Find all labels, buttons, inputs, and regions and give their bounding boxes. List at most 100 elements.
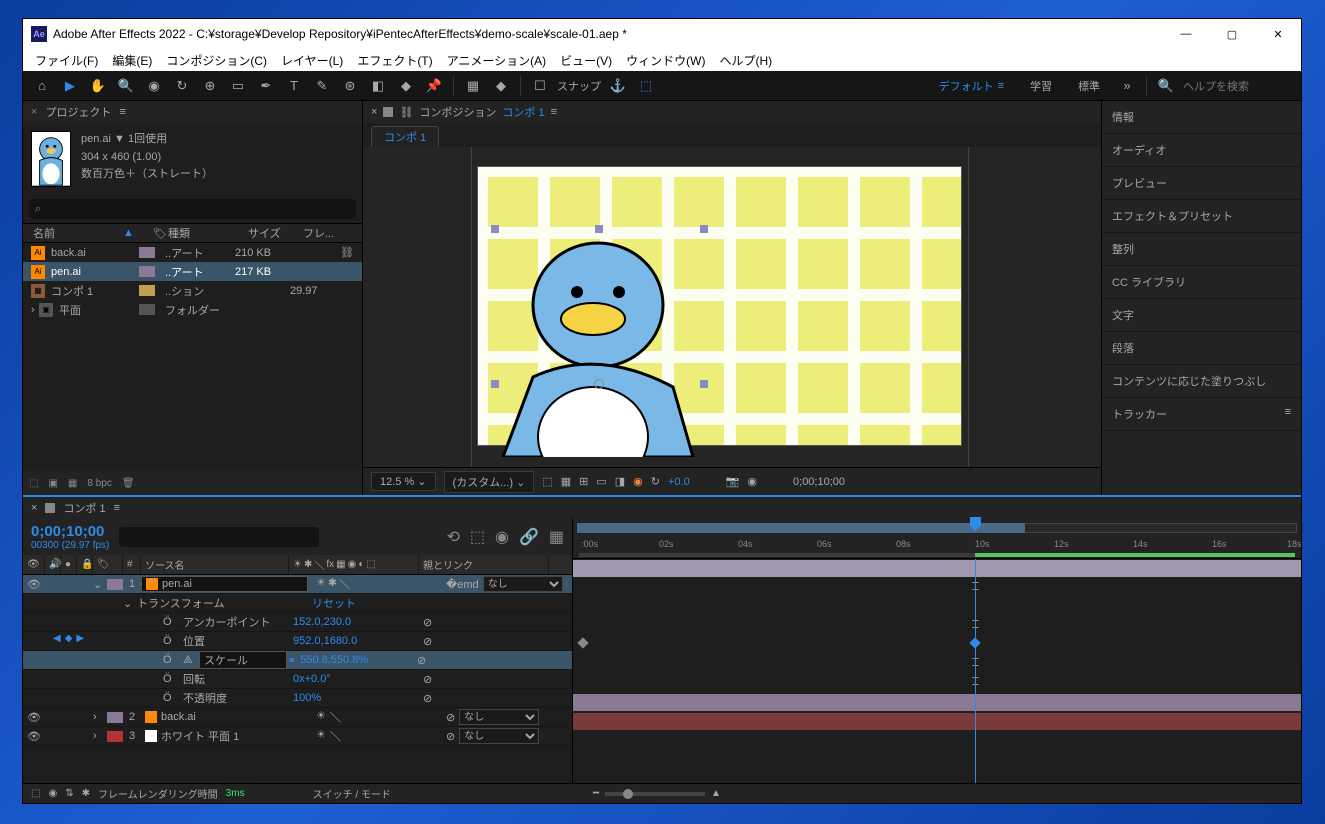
panel-audio[interactable]: オーディオ [1102, 134, 1301, 167]
tl-icon[interactable]: 🔗 [519, 527, 539, 547]
selection-handle[interactable] [700, 225, 708, 233]
project-row[interactable]: › ▣ 平面 フォルダー [23, 300, 362, 319]
col-type[interactable]: 種類 [168, 225, 248, 241]
timeline-search[interactable] [119, 527, 319, 547]
timeline-tracks[interactable]: :00s 02s 04s 06s 08s 10s 12s 14s 16s 18s [573, 519, 1301, 783]
selected-item-name[interactable]: pen.ai ▼ [81, 133, 125, 145]
menu-help[interactable]: ヘルプ(H) [714, 50, 779, 71]
selection-handle[interactable] [595, 225, 603, 233]
menu-composition[interactable]: コンポジション(C) [160, 50, 273, 71]
selection-handle[interactable] [491, 225, 499, 233]
zoom-tool[interactable]: 🔍 [115, 75, 137, 97]
shape-mode-icon[interactable]: ◆ [490, 75, 512, 97]
col-audio-icon[interactable]: 🔊 [45, 555, 61, 574]
bpc-button[interactable]: 8 bpc [87, 478, 111, 489]
selection-handle[interactable] [700, 380, 708, 388]
prop-position[interactable]: Ö位置 952.0,1680.0 ⊘ [23, 632, 572, 651]
project-row[interactable]: Ai back.ai ..アート 210 KB ⛓ [23, 243, 362, 262]
guides-icon[interactable]: ⊞ [579, 475, 588, 488]
brush-tool[interactable]: ✎ [311, 75, 333, 97]
comp-flow-icon[interactable]: ⛓ [399, 106, 413, 119]
parent-dropdown[interactable]: なし [483, 576, 563, 592]
col-parent[interactable]: 親とリンク [419, 555, 549, 574]
anchor-value[interactable]: 152.0,230.0 [293, 616, 423, 628]
toggle-icon[interactable]: ◉ [48, 788, 57, 799]
col-lock-icon[interactable]: 🔒 [77, 555, 93, 574]
next-keyframe-icon[interactable]: ▶ [76, 633, 84, 644]
zoom-slider[interactable] [605, 792, 705, 796]
rotate-tool[interactable]: ↻ [171, 75, 193, 97]
menu-file[interactable]: ファイル(F) [29, 50, 104, 71]
maximize-button[interactable]: ▢ [1209, 19, 1255, 49]
toggle-icon[interactable]: ⇅ [65, 788, 73, 799]
tl-icon[interactable]: ◉ [495, 527, 509, 547]
col-solo-icon[interactable]: ● [61, 555, 77, 574]
minimize-button[interactable]: — [1163, 19, 1209, 49]
orbit-tool[interactable]: ◉ [143, 75, 165, 97]
menu-window[interactable]: ウィンドウ(W) [620, 50, 711, 71]
prev-keyframe-icon[interactable]: ◀ [53, 633, 61, 644]
zoom-in-icon[interactable]: ▲ [711, 788, 721, 799]
snap-edge-icon[interactable]: ⬚ [635, 75, 657, 97]
panel-close-icon[interactable]: × [31, 106, 37, 118]
rotation-value[interactable]: 0x+0.0° [293, 673, 423, 685]
panel-align[interactable]: 整列 [1102, 233, 1301, 266]
help-search[interactable]: ヘルプを検索 [1183, 78, 1293, 94]
menu-layer[interactable]: レイヤー(L) [275, 50, 349, 71]
search-icon[interactable]: 🔍 [1155, 75, 1177, 97]
comp-close-icon[interactable]: × [371, 106, 377, 118]
preview-time[interactable]: 0;00;10;00 [793, 476, 845, 488]
panel-character[interactable]: 文字 [1102, 299, 1301, 332]
eraser-tool[interactable]: ◧ [367, 75, 389, 97]
zoom-dropdown[interactable]: 12.5 % ⌄ [371, 472, 436, 491]
col-framerate[interactable]: フレ... [303, 225, 343, 241]
keyframe-icon[interactable] [577, 637, 588, 648]
layer-bar[interactable] [573, 713, 1301, 730]
project-search[interactable]: ⌕ [29, 199, 356, 219]
selection-handle[interactable] [491, 380, 499, 388]
text-tool[interactable]: T [283, 75, 305, 97]
layer-bar[interactable] [573, 694, 1301, 711]
snapshot-icon[interactable]: 📷 [726, 475, 740, 488]
opacity-value[interactable]: 100% [293, 692, 423, 704]
project-row[interactable]: Ai pen.ai ..アート 217 KB [23, 262, 362, 281]
anchor-point-icon[interactable] [594, 379, 604, 389]
tl-icon[interactable]: ⟲ [446, 527, 459, 547]
composition-name-link[interactable]: コンポ 1 [502, 104, 544, 120]
exposure-value[interactable]: +0.0 [668, 476, 690, 488]
switches-mode-toggle[interactable]: スイッチ / モード [313, 786, 391, 801]
playhead[interactable] [975, 559, 976, 783]
col-size[interactable]: サイズ [248, 225, 303, 241]
comp-new-icon[interactable]: ▦ [68, 478, 77, 489]
channel-icon[interactable]: ◉ [633, 475, 643, 488]
trash-icon[interactable]: 🗑 [122, 478, 135, 489]
panel-libraries[interactable]: CC ライブラリ [1102, 266, 1301, 299]
parent-dropdown[interactable]: なし [459, 728, 539, 744]
layer-bar[interactable] [573, 560, 1301, 577]
pen-tool[interactable]: ✒ [255, 75, 277, 97]
panel-preview[interactable]: プレビュー [1102, 167, 1301, 200]
menu-effect[interactable]: エフェクト(T) [351, 50, 438, 71]
zoom-out-icon[interactable]: ━ [593, 788, 599, 799]
3d-icon[interactable]: ◨ [615, 475, 625, 488]
scale-value[interactable]: 550.8,550.8% [300, 654, 368, 667]
hand-tool[interactable]: ✋ [87, 75, 109, 97]
clone-tool[interactable]: ⊛ [339, 75, 361, 97]
panel-tracker[interactable]: トラッカー≡ [1102, 398, 1301, 431]
panel-effects[interactable]: エフェクト＆プリセット [1102, 200, 1301, 233]
puppet-tool[interactable]: 📌 [423, 75, 445, 97]
prop-scale[interactable]: Ö⟁スケール ⚭550.8,550.8% ⊘ [23, 651, 572, 670]
workspace-learning[interactable]: 学習 [1020, 75, 1062, 97]
panel-paragraph[interactable]: 段落 [1102, 332, 1301, 365]
prop-opacity[interactable]: Ö不透明度 100% ⊘ [23, 689, 572, 708]
tl-icon[interactable]: ⬚ [470, 527, 485, 547]
prop-anchor[interactable]: Öアンカーポイント 152.0,230.0 ⊘ [23, 613, 572, 632]
mask-mode-icon[interactable]: ▦ [462, 75, 484, 97]
layer-row[interactable]: 👁 ⌄ 1 Aipen.ai ☀✱＼ �emd なし [23, 575, 572, 594]
layer-row[interactable]: 👁 › 2 Aiback.ai ☀＼ ⊘ なし [23, 708, 572, 727]
resolution-dropdown[interactable]: (カスタム...) ⌄ [444, 471, 535, 493]
roto-tool[interactable]: ◆ [395, 75, 417, 97]
rect-tool[interactable]: ▭ [227, 75, 249, 97]
menu-animation[interactable]: アニメーション(A) [441, 50, 553, 71]
home-icon[interactable]: ⌂ [31, 75, 53, 97]
